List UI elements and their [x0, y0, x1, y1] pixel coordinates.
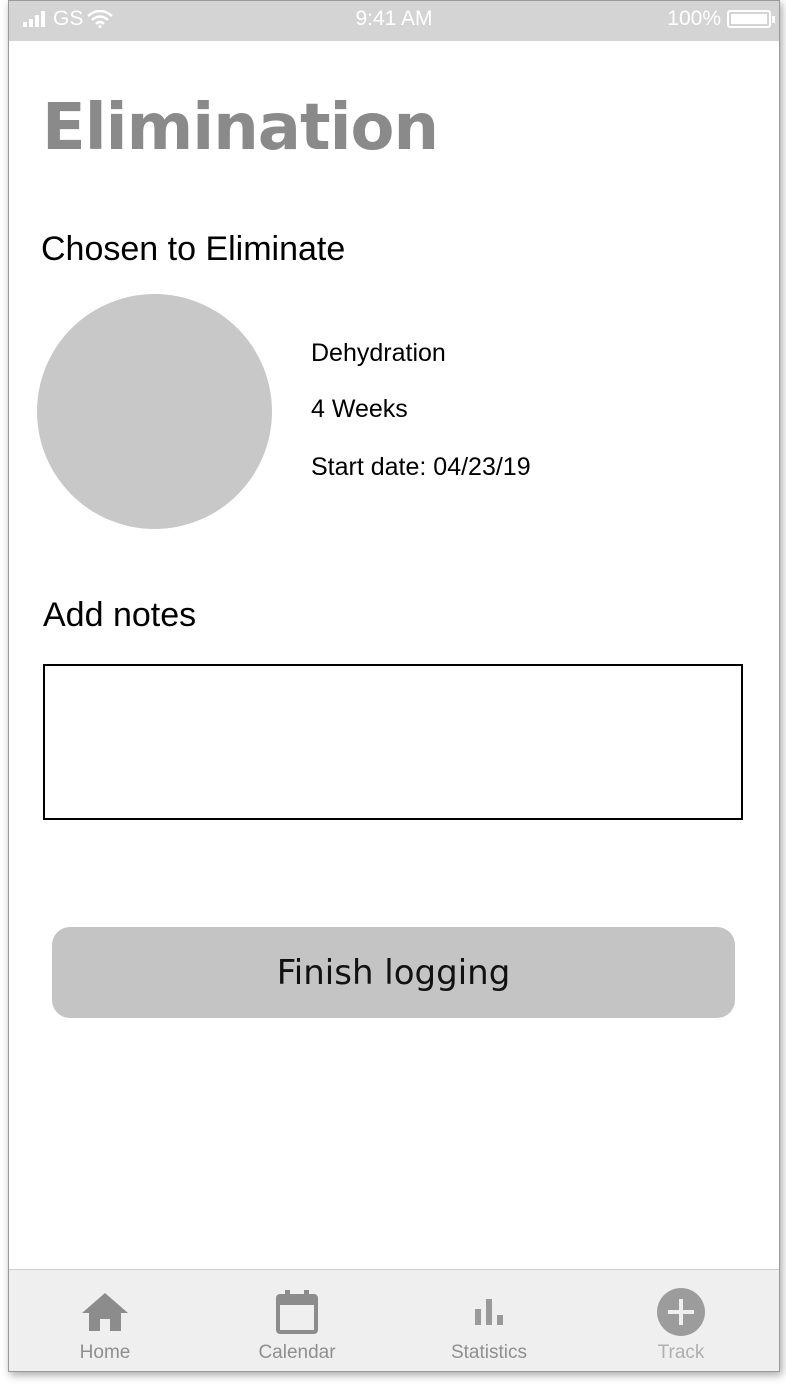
battery-group: 100% [667, 7, 775, 31]
tab-track[interactable]: Track [585, 1270, 777, 1371]
tab-statistics-label: Statistics [450, 1342, 528, 1363]
eliminated-item-name: Dehydration [311, 339, 446, 367]
tab-statistics[interactable]: Statistics [393, 1270, 585, 1371]
finish-logging-button[interactable]: Finish logging [52, 927, 735, 1018]
statistics-icon [475, 1299, 503, 1325]
page-title: Elimination [42, 91, 439, 165]
notes-heading: Add notes [43, 596, 197, 634]
battery-icon [727, 10, 775, 28]
calendar-icon [276, 1290, 318, 1334]
notes-input[interactable] [43, 664, 743, 820]
tab-calendar-label: Calendar [258, 1342, 336, 1363]
battery-percent: 100% [667, 7, 721, 30]
status-bar: GS 9:41 AM 100% [9, 1, 779, 41]
chosen-heading: Chosen to Eliminate [41, 230, 346, 268]
home-icon [82, 1293, 128, 1331]
elimination-start-date: Start date: 04/23/19 [311, 453, 531, 481]
status-time: 9:41 AM [355, 7, 433, 30]
tab-calendar[interactable]: Calendar [201, 1270, 393, 1371]
plus-circle-icon [657, 1288, 705, 1336]
elimination-duration: 4 Weeks [311, 395, 408, 423]
phone-screen: GS 9:41 AM 100% Elimination Chosen to El… [8, 0, 780, 1372]
tab-home[interactable]: Home [9, 1270, 201, 1371]
tab-track-label: Track [657, 1342, 705, 1363]
tab-bar: Home Calendar Statistics Track [9, 1269, 779, 1371]
tab-home-label: Home [79, 1342, 131, 1363]
elimination-image-placeholder [37, 294, 272, 529]
